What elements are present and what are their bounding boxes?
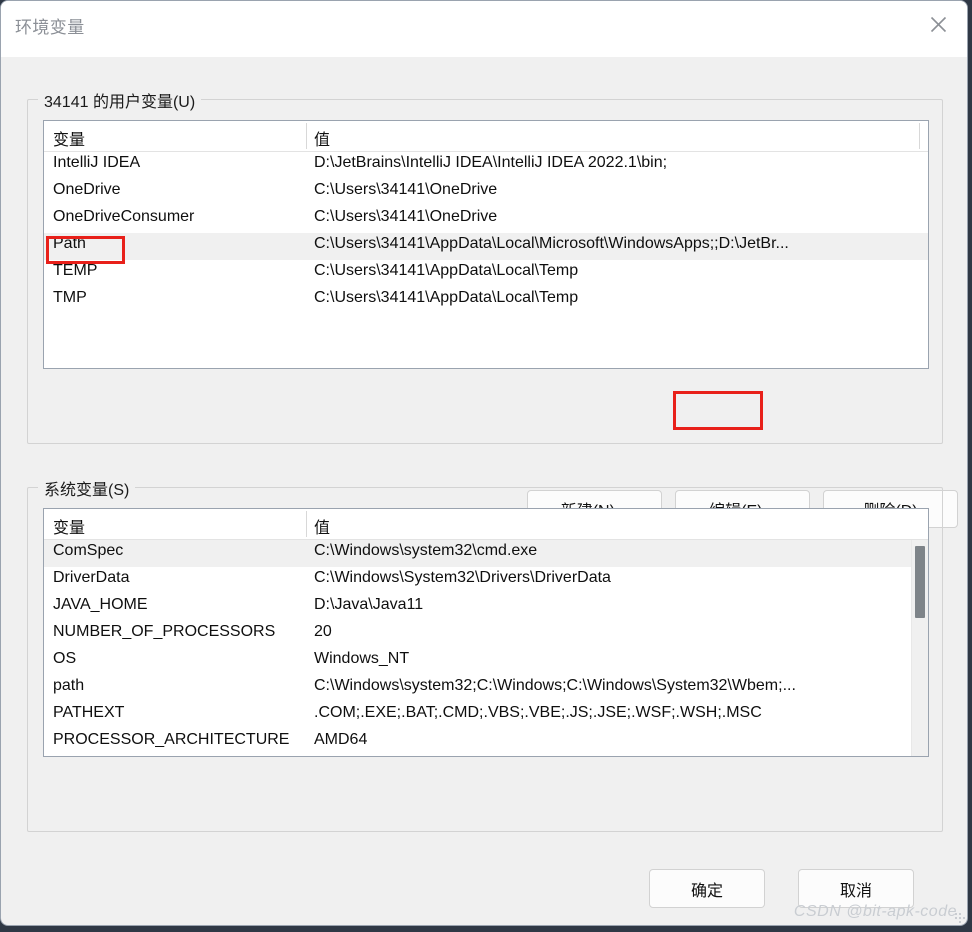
system_section-row-value: C:\Windows\system32\cmd.exe <box>314 542 538 559</box>
user-variables-group: 34141 的用户变量(U) 变量 值 IntelliJ IDEA D:\JetB… <box>27 88 958 528</box>
title-bar: 环境变量 <box>1 1 967 57</box>
table-row[interactable]: DriverData C:\Windows\System32\Drivers\Dr… <box>44 567 928 594</box>
table-row[interactable]: JAVA_HOME D:\Java\Java11 <box>44 594 928 621</box>
system-variables-legend: 系统变量(S) <box>38 476 136 500</box>
system_section-row-value: 20 <box>314 623 332 640</box>
system_section-row-value: C:\Windows\System32\Drivers\DriverData <box>314 569 611 586</box>
environment-variables-dialog: 环境变量 34141 的用户变量(U) 变量 值 IntelliJ IDEA D:… <box>0 0 968 926</box>
system-col-header-name[interactable]: 变量 <box>53 514 85 538</box>
table-row[interactable]: PATHEXT .COM;.EXE;.BAT;.CMD;.VBS;.VBE;.JS… <box>44 702 928 729</box>
system_section-row-name: OS <box>53 650 77 667</box>
user_section-row-value: C:\Users\34141\AppData\Local\Temp <box>314 289 579 306</box>
user_section-row-value: C:\Users\34141\AppData\Local\Microsoft\W… <box>314 235 789 252</box>
system_section-row-value: D:\Java\Java11 <box>314 596 424 613</box>
user_section-row-name: TEMP <box>53 262 98 279</box>
table-row[interactable]: TMP C:\Users\34141\AppData\Local\Temp <box>44 287 928 314</box>
user_section-row-value: C:\Users\34141\OneDrive <box>314 208 498 225</box>
user-variables-list[interactable]: 变量 值 IntelliJ IDEA D:\JetBrains\IntelliJ … <box>43 120 929 369</box>
system_section-row-name: DriverData <box>53 569 130 586</box>
user-variables-legend: 34141 的用户变量(U) <box>38 88 202 112</box>
system-list-header: 变量 值 <box>44 509 928 540</box>
system_section-row-value: C:\Windows\system32;C:\Windows;C:\Window… <box>314 677 796 694</box>
watermark-text: CSDN @bit-apk-code <box>793 903 957 920</box>
system-variables-list[interactable]: 变量 值 ComSpec C:\Windows\system32\cmd.exe D… <box>43 508 929 757</box>
system_section-row-name: PROCESSOR_ARCHITECTURE <box>53 731 290 748</box>
table-row[interactable]: Path C:\Users\34141\AppData\Local\Microso… <box>44 233 928 260</box>
table-row[interactable]: OneDriveConsumer C:\Users\34141\OneDrive <box>44 206 928 233</box>
user_section-row-value: C:\Users\34141\OneDrive <box>314 181 498 198</box>
system-variables-group: 系统变量(S) 变量 值 ComSpec C:\Windows\system32\… <box>27 476 943 832</box>
system-col-header-value[interactable]: 值 <box>314 514 330 538</box>
system-list-rows: ComSpec C:\Windows\system32\cmd.exe Driver… <box>44 540 928 756</box>
window-title: 环境变量 <box>15 18 85 37</box>
user_section-row-name: OneDrive <box>53 181 121 198</box>
table-row[interactable]: PROCESSOR_ARCHITECTURE AMD64 <box>44 729 928 756</box>
user_section-row-name: IntelliJ IDEA <box>53 154 141 171</box>
system-list-scrollbar[interactable] <box>911 540 928 756</box>
user-col-header-name[interactable]: 变量 <box>53 126 85 150</box>
system_section-row-name: PATHEXT <box>53 704 125 721</box>
table-row[interactable]: NUMBER_OF_PROCESSORS 20 <box>44 621 928 648</box>
user_section-row-value: D:\JetBrains\IntelliJ IDEA\IntelliJ IDEA… <box>314 154 668 171</box>
system_section-row-value: Windows_NT <box>314 650 410 667</box>
close-icon <box>930 16 947 33</box>
ok-button[interactable]: 确定 <box>649 869 765 908</box>
user_section-row-name: Path <box>53 235 86 252</box>
table-row[interactable]: OneDrive C:\Users\34141\OneDrive <box>44 179 928 206</box>
user_section-row-name: OneDriveConsumer <box>53 208 195 225</box>
table-row[interactable]: OS Windows_NT <box>44 648 928 675</box>
user_section-row-value: C:\Users\34141\AppData\Local\Temp <box>314 262 579 279</box>
table-row[interactable]: ComSpec C:\Windows\system32\cmd.exe <box>44 540 928 567</box>
system-col-splitter[interactable] <box>306 511 307 537</box>
user-list-rows: IntelliJ IDEA D:\JetBrains\IntelliJ IDEA\… <box>44 152 928 314</box>
system_section-row-name: ComSpec <box>53 542 124 559</box>
user-col-splitter[interactable] <box>306 123 307 149</box>
user-col-header-value[interactable]: 值 <box>314 126 330 150</box>
system_section-row-name: JAVA_HOME <box>53 596 148 613</box>
user-list-header: 变量 值 <box>44 121 928 152</box>
user_section-row-name: TMP <box>53 289 87 306</box>
system_section-row-name: path <box>53 677 85 694</box>
table-row[interactable]: TEMP C:\Users\34141\AppData\Local\Temp <box>44 260 928 287</box>
system_section-row-value: .COM;.EXE;.BAT;.CMD;.VBS;.VBE;.JS;.JSE;.… <box>314 704 762 721</box>
system_section-row-name: NUMBER_OF_PROCESSORS <box>53 623 276 640</box>
watermark-dots-icon <box>955 913 965 923</box>
table-row[interactable]: path C:\Windows\system32;C:\Windows;C:\Wi… <box>44 675 928 702</box>
system-list-scrollbar-thumb[interactable] <box>915 546 925 618</box>
user-col-splitter-right[interactable] <box>919 123 920 149</box>
system_section-row-value: AMD64 <box>314 731 368 748</box>
close-button[interactable] <box>909 1 967 47</box>
table-row[interactable]: IntelliJ IDEA D:\JetBrains\IntelliJ IDEA\… <box>44 152 928 179</box>
